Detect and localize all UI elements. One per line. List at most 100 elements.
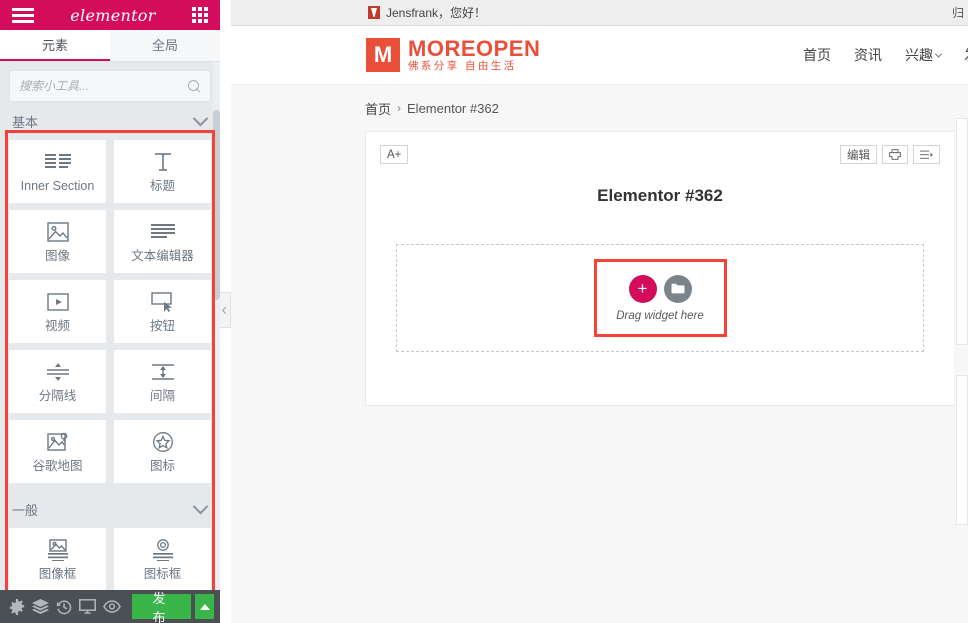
widget-grid-basic: Inner Section 标题 图像 文本编辑器 视频 按钮 分隔线 间隔 谷…: [0, 140, 220, 490]
logo-name: MOREOPEN: [408, 36, 541, 62]
widget-text-editor[interactable]: 文本编辑器: [114, 210, 211, 273]
toc-list-icon-button[interactable]: [913, 145, 940, 164]
cut-card-upper: [956, 118, 968, 345]
heading-icon: [152, 151, 174, 173]
cut-card-lower: [956, 375, 968, 525]
post-actions: 编辑: [840, 145, 940, 164]
widget-icon[interactable]: 图标: [114, 420, 211, 483]
admin-bar-greeting-group[interactable]: Jensfrank，您好！: [368, 4, 486, 21]
panel-scroll-region[interactable]: 基本 Inner Section 标题: [0, 62, 220, 590]
elementor-brand-logo: elementor: [70, 5, 156, 25]
widget-grid-general: 图像框 图标框: [0, 528, 220, 590]
inner-section-icon: [44, 151, 71, 173]
site-preview-iframe: Jensfrank，您好！ 归 M MOREOPEN 佛系分享 自由生活 首页 …: [231, 0, 968, 623]
category-header-basic[interactable]: 基本: [0, 102, 220, 140]
grid-apps-icon[interactable]: [191, 7, 208, 23]
drop-widget-label: Drag widget here: [616, 309, 704, 322]
panel-scrollbar-thumb[interactable]: [213, 110, 220, 300]
drop-buttons: +: [628, 274, 692, 303]
site-content: 首页 › Elementor #362 A+ 编辑 Elementor #362…: [231, 85, 968, 623]
chevron-left-icon: [221, 306, 229, 314]
publish-button[interactable]: 发布: [132, 591, 192, 623]
font-size-increase-button[interactable]: A+: [380, 145, 409, 164]
widget-label: 图标: [149, 458, 175, 473]
nav-item-partial[interactable]: 发: [964, 45, 968, 65]
widget-label: 图像框: [38, 566, 77, 581]
star-icon: [152, 431, 174, 453]
site-navigation: 首页 资讯 兴趣 发: [803, 45, 968, 65]
edit-button[interactable]: 编辑: [840, 145, 877, 164]
preview-eye-icon[interactable]: [101, 590, 123, 623]
widget-video[interactable]: 视频: [9, 280, 106, 343]
hamburger-menu-icon[interactable]: [12, 7, 34, 23]
widget-heading[interactable]: 标题: [114, 140, 211, 203]
nav-label: 资讯: [854, 47, 882, 63]
panel-collapse-handle[interactable]: [220, 292, 231, 328]
widget-image[interactable]: 图像: [9, 210, 106, 273]
widget-cell[interactable]: 分隔线: [9, 350, 110, 420]
category-header-general[interactable]: 一般: [0, 490, 220, 528]
icon-box-icon: [151, 538, 175, 561]
widget-label: 按钮: [149, 318, 175, 333]
tab-global[interactable]: 全局: [110, 30, 220, 61]
widget-cell[interactable]: 间隔: [110, 350, 211, 420]
nav-item-home[interactable]: 首页: [803, 45, 831, 65]
print-icon-button[interactable]: [882, 145, 908, 164]
nav-label: 首页: [803, 47, 831, 63]
admin-bar-right-partial[interactable]: 归: [952, 4, 964, 21]
widget-spacer[interactable]: 间隔: [114, 350, 211, 413]
widget-label: 分隔线: [38, 388, 77, 403]
history-icon[interactable]: [53, 590, 75, 623]
widget-cell[interactable]: 按钮: [110, 280, 211, 350]
widget-cell[interactable]: 文本编辑器: [110, 210, 211, 280]
post-card: A+ 编辑 Elementor #362 + Drag widget here: [365, 131, 955, 406]
widget-image-box[interactable]: 图像框: [9, 528, 106, 590]
wordpress-logo-icon: [368, 6, 380, 19]
elementor-widget-panel: elementor 元素 全局 基本: [0, 0, 220, 623]
widget-divider[interactable]: 分隔线: [9, 350, 106, 413]
drop-widget-highlight[interactable]: + Drag widget here: [593, 259, 727, 337]
elementor-empty-section[interactable]: + Drag widget here: [396, 244, 924, 352]
breadcrumb-home[interactable]: 首页: [365, 99, 391, 118]
breadcrumb: 首页 › Elementor #362: [231, 97, 968, 119]
widget-label: 谷歌地图: [32, 458, 83, 473]
post-title: Elementor #362: [597, 186, 723, 205]
settings-icon[interactable]: [6, 590, 28, 623]
search-input[interactable]: [19, 79, 188, 93]
text-editor-icon: [150, 221, 175, 243]
layers-navigator-icon[interactable]: [30, 590, 52, 623]
logo-text: MOREOPEN 佛系分享 自由生活: [408, 37, 540, 73]
widget-cell[interactable]: 图像: [9, 210, 110, 280]
widget-cell[interactable]: 图像框: [9, 528, 110, 590]
nav-label: 发: [964, 45, 968, 65]
widget-icon-box[interactable]: 图标框: [114, 528, 211, 590]
widget-cell[interactable]: 标题: [110, 140, 211, 210]
category-title-general: 一般: [12, 502, 39, 518]
admin-bar-greeting: Jensfrank，您好！: [386, 6, 487, 20]
tab-elements[interactable]: 元素: [0, 30, 110, 61]
widget-google-maps[interactable]: 谷歌地图: [9, 420, 106, 483]
post-toolbar: A+ 编辑: [366, 145, 954, 164]
publish-options-caret-up-icon[interactable]: [195, 594, 215, 619]
widget-inner-section[interactable]: Inner Section: [9, 140, 106, 203]
widget-cell[interactable]: 图标框: [110, 528, 211, 590]
divider-icon: [46, 361, 70, 383]
widget-label: 图像: [44, 248, 70, 263]
widget-cell[interactable]: 谷歌地图: [9, 420, 110, 490]
widget-button[interactable]: 按钮: [114, 280, 211, 343]
nav-item-news[interactable]: 资讯: [854, 45, 882, 65]
widget-label: 图标框: [143, 566, 182, 581]
responsive-monitor-icon[interactable]: [77, 590, 99, 623]
widget-label: 间隔: [149, 388, 175, 403]
image-icon: [46, 221, 69, 243]
plus-icon[interactable]: +: [628, 274, 657, 303]
widget-cell[interactable]: Inner Section: [9, 140, 110, 210]
site-logo[interactable]: M MOREOPEN 佛系分享 自由生活: [366, 37, 540, 73]
nav-item-interest[interactable]: 兴趣: [905, 45, 943, 65]
spacer-icon: [151, 361, 175, 383]
widget-cell[interactable]: 图标: [110, 420, 211, 490]
wp-admin-bar: Jensfrank，您好！ 归: [231, 0, 968, 26]
folder-template-icon[interactable]: [663, 274, 692, 303]
widget-cell[interactable]: 视频: [9, 280, 110, 350]
search-box[interactable]: [9, 70, 211, 102]
